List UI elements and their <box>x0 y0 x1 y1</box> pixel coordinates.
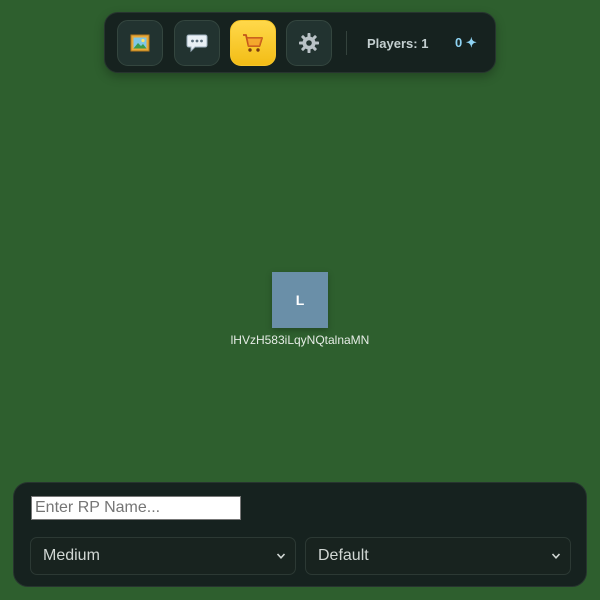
chevron-down-icon <box>276 553 286 559</box>
rp-settings-panel: Medium Default <box>13 482 587 587</box>
size-select-value: Medium <box>43 547 100 564</box>
chat-button[interactable] <box>174 20 220 66</box>
toolbar-divider <box>346 31 347 55</box>
style-select[interactable]: Default <box>305 537 571 575</box>
player-name-label: lHVzH583iLqyNQtalnaMN <box>230 333 370 347</box>
size-select[interactable]: Medium <box>30 537 296 575</box>
sparks-counter: 0 ✦ <box>455 35 477 50</box>
speech-bubble-icon <box>186 34 208 53</box>
gear-icon <box>299 33 319 53</box>
settings-button[interactable] <box>286 20 332 66</box>
player-avatar[interactable]: L <box>272 272 328 328</box>
framed-picture-icon <box>130 34 150 52</box>
top-toolbar: Players: 1 0 ✦ <box>104 12 496 73</box>
chevron-down-icon <box>551 553 561 559</box>
shop-button[interactable] <box>230 20 276 66</box>
player-initial: L <box>295 292 305 308</box>
shopping-cart-icon <box>243 34 263 52</box>
player-count: Players: 1 <box>367 36 429 51</box>
rp-name-input[interactable] <box>31 496 241 520</box>
style-select-value: Default <box>318 547 369 564</box>
gallery-button[interactable] <box>117 20 163 66</box>
